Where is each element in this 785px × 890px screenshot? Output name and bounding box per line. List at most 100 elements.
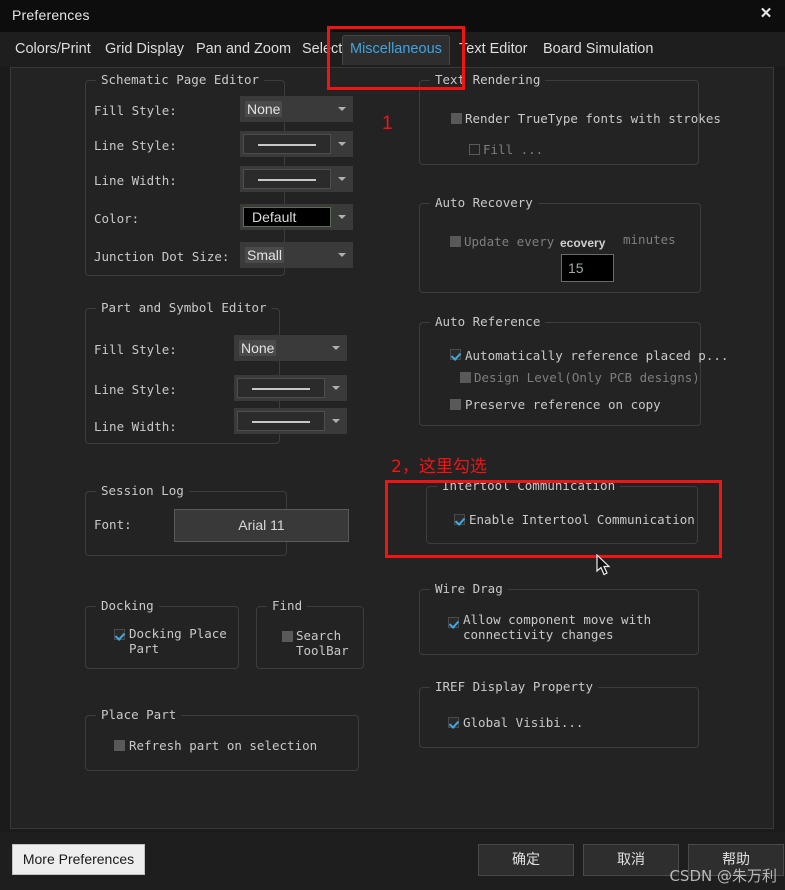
label-design-level: Design Level(Only PCB designs) — [474, 370, 700, 385]
session-log-font-button[interactable]: Arial 11 — [174, 509, 349, 542]
group-title-docking: Docking — [96, 598, 159, 613]
group-intertool-communication: Intertool Communication Enable Intertool… — [426, 478, 698, 544]
combo-sch-line-style[interactable] — [240, 131, 353, 157]
chevron-down-icon — [338, 215, 346, 219]
checkbox-update-every[interactable] — [450, 236, 461, 247]
watermark: CSDN @朱万利 — [669, 867, 777, 885]
tab-miscellaneous[interactable]: Miscellaneous — [342, 35, 450, 65]
combo-sch-junction-dot-size-value: Small — [245, 247, 285, 263]
chevron-down-icon — [338, 142, 346, 146]
chevron-down-icon — [338, 107, 346, 111]
label-sch-line-style: Line Style: — [94, 138, 177, 153]
group-title-auto-recovery: Auto Recovery — [430, 195, 538, 210]
label-part-line-width: Line Width: — [94, 419, 177, 434]
group-docking: Docking Docking Place Part — [85, 598, 239, 669]
group-title-intertool-communication: Intertool Communication — [437, 478, 621, 493]
checkbox-allow-component-move[interactable] — [448, 617, 459, 628]
group-schematic-page-editor: Schematic Page Editor Fill Style: None L… — [85, 72, 353, 276]
label-sch-color: Color: — [94, 211, 140, 226]
label-allow-component-move: Allow component move with connectivity c… — [463, 612, 652, 642]
label-sch-line-width: Line Width: — [94, 173, 177, 188]
combo-part-line-style[interactable] — [234, 375, 347, 401]
combo-part-line-width-preview — [237, 411, 325, 431]
group-title-part-and-symbol-editor: Part and Symbol Editor — [96, 300, 272, 315]
label-render-truetype-fonts: Render TrueType fonts with strokes — [465, 111, 721, 126]
label-preserve-reference-on-copy: Preserve reference on copy — [465, 397, 661, 412]
label-sch-junction-dot-size: Junction Dot Size: — [94, 249, 230, 264]
checkbox-automatically-reference-placed[interactable] — [450, 349, 461, 360]
label-enable-intertool-communication: Enable Intertool Communication — [469, 512, 695, 527]
group-title-place-part: Place Part — [96, 707, 182, 722]
combo-sch-junction-dot-size[interactable]: Small — [240, 242, 353, 268]
group-title-find: Find — [267, 598, 308, 613]
annotation-step-1: 1 — [382, 113, 393, 134]
combo-part-line-width[interactable] — [234, 408, 347, 434]
chevron-down-icon — [338, 177, 346, 181]
label-refresh-part-on-selection: Refresh part on selection — [129, 738, 318, 753]
tab-pan-and-zoom[interactable]: Pan and Zoom — [189, 35, 298, 64]
chevron-down-icon — [332, 419, 340, 423]
checkbox-preserve-reference-on-copy[interactable] — [450, 399, 461, 410]
checkbox-render-truetype-fonts[interactable] — [451, 113, 462, 124]
label-fill: Fill ... — [483, 142, 544, 157]
combo-sch-line-width[interactable] — [240, 166, 353, 192]
group-title-iref-display-property: IREF Display Property — [430, 679, 599, 694]
annotation-step-2-text: 2，这里勾选 — [391, 457, 487, 477]
label-part-line-style: Line Style: — [94, 382, 177, 397]
group-auto-recovery: Auto Recovery Update every ecovery minut… — [419, 195, 701, 293]
group-text-rendering: Text Rendering Render TrueType fonts wit… — [419, 72, 721, 165]
checkbox-global-visibility[interactable] — [448, 717, 459, 728]
group-part-and-symbol-editor: Part and Symbol Editor Fill Style: None … — [85, 300, 347, 444]
label-global-visibility: Global Visibi... — [463, 715, 584, 730]
input-auto-recovery-interval[interactable]: 15 — [561, 254, 614, 282]
more-preferences-button[interactable]: More Preferences — [12, 844, 145, 875]
checkbox-fill[interactable] — [469, 144, 480, 155]
label-automatically-reference-placed: Automatically reference placed p... — [465, 348, 729, 363]
tab-grid-display[interactable]: Grid Display — [98, 35, 191, 64]
window-title: Preferences — [12, 7, 90, 23]
chevron-down-icon — [332, 386, 340, 390]
combo-part-fill-style-value: None — [239, 340, 277, 356]
group-session-log: Session Log Font: Arial 11 — [85, 483, 349, 556]
label-part-fill-style: Fill Style: — [94, 342, 177, 357]
checkbox-docking-place-part[interactable] — [114, 629, 125, 640]
combo-sch-color-preview: Default — [243, 207, 331, 227]
label-minutes: minutes — [623, 232, 676, 247]
tab-board-simulation[interactable]: Board Simulation — [536, 35, 660, 64]
group-find: Find Search ToolBar — [256, 598, 364, 669]
title-bar: Preferences ✕ — [0, 0, 785, 32]
tab-colors-print[interactable]: Colors/Print — [8, 35, 98, 64]
combo-part-fill-style[interactable]: None — [234, 335, 347, 361]
label-search-toolbar: Search ToolBar — [296, 628, 349, 658]
checkbox-design-level[interactable] — [460, 372, 471, 383]
ok-button[interactable]: 确定 — [478, 844, 574, 876]
combo-sch-fill-style[interactable]: None — [240, 96, 353, 122]
group-place-part: Place Part Refresh part on selection — [85, 707, 359, 771]
label-sch-fill-style: Fill Style: — [94, 103, 177, 118]
checkbox-refresh-part-on-selection[interactable] — [114, 740, 125, 751]
label-session-log-font: Font: — [94, 517, 132, 532]
combo-sch-fill-style-value: None — [245, 101, 283, 117]
close-icon[interactable]: ✕ — [755, 3, 777, 25]
combo-sch-color[interactable]: Default — [240, 204, 353, 230]
tab-text-editor[interactable]: Text Editor — [452, 35, 535, 64]
chevron-down-icon — [332, 346, 340, 350]
chevron-down-icon — [338, 253, 346, 257]
group-auto-reference: Auto Reference Automatically reference p… — [419, 314, 728, 426]
combo-sch-color-value: Default — [252, 209, 297, 225]
recovery-ghost-text: ecovery — [560, 236, 606, 250]
group-title-auto-reference: Auto Reference — [430, 314, 546, 329]
label-update-every: Update every — [464, 234, 555, 249]
preferences-panel: Schematic Page Editor Fill Style: None L… — [10, 67, 774, 829]
group-title-session-log: Session Log — [96, 483, 189, 498]
combo-sch-line-style-preview — [243, 134, 331, 154]
combo-sch-line-width-preview — [243, 169, 331, 189]
tab-bar: Colors/Print Grid Display Pan and Zoom S… — [0, 32, 785, 67]
checkbox-enable-intertool-communication[interactable] — [454, 514, 465, 525]
group-iref-display-property: IREF Display Property Global Visibi... — [419, 679, 699, 748]
checkbox-search-toolbar[interactable] — [282, 631, 293, 642]
footer-bar: More Preferences 确定 取消 帮助 CSDN @朱万利 — [0, 832, 785, 890]
label-docking-place-part: Docking Place Part — [129, 626, 227, 656]
group-title-text-rendering: Text Rendering — [430, 72, 546, 87]
cancel-button[interactable]: 取消 — [583, 844, 679, 876]
